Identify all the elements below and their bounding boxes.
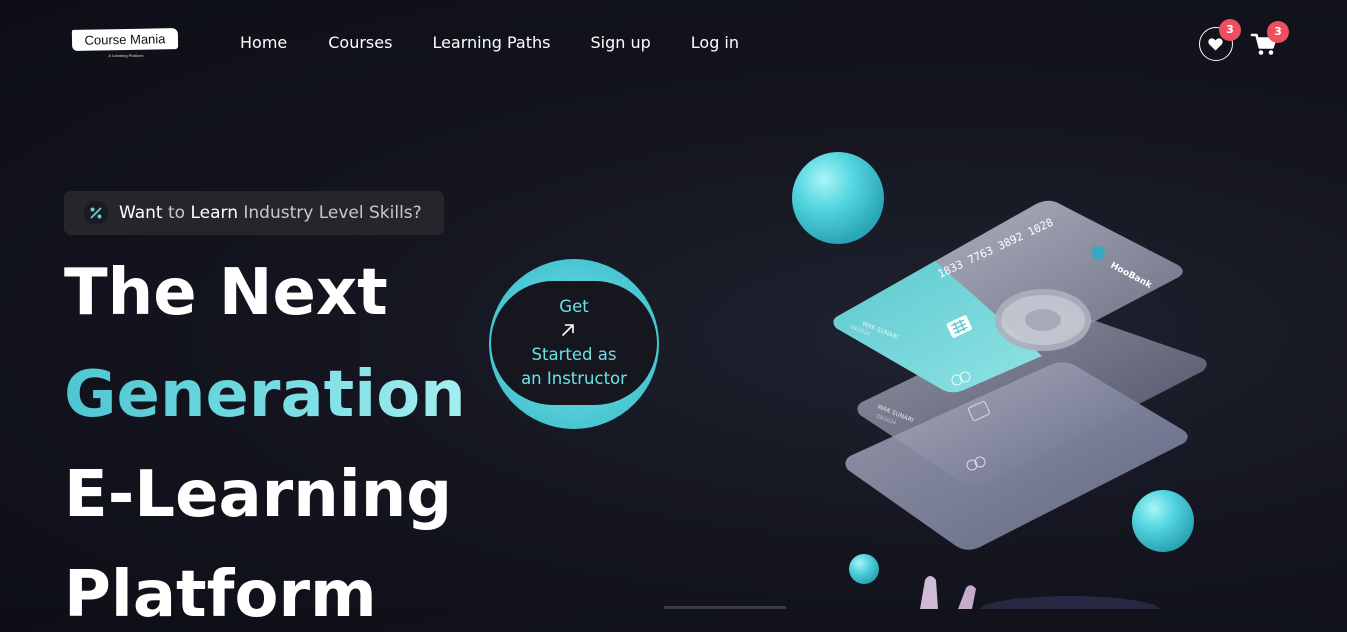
brand-tagline: A Learning Platform: [108, 53, 144, 58]
headline-line-1: The Next: [64, 256, 388, 330]
headline-line-4: Platform: [64, 558, 377, 632]
decorative-sphere: [1132, 490, 1194, 552]
nav-log-in[interactable]: Log in: [691, 33, 739, 52]
nav-learning-paths[interactable]: Learning Paths: [432, 33, 550, 52]
cta-line-2: Started as: [531, 345, 617, 364]
headline-line-2: Generation: [64, 358, 466, 432]
cart-button[interactable]: 3: [1250, 21, 1289, 61]
cta-line-1: Get: [559, 295, 589, 343]
nav-home[interactable]: Home: [240, 33, 287, 52]
brand-name: Course Mania: [71, 28, 179, 51]
nav-courses[interactable]: Courses: [328, 33, 392, 52]
nav-sign-up[interactable]: Sign up: [590, 33, 650, 52]
headline-line-3: E-Learning: [64, 458, 453, 532]
cart-count-badge: 3: [1267, 21, 1289, 43]
hero-tagline-pill: Want to Learn Industry Level Skills?: [64, 191, 444, 235]
decorative-sphere: [792, 152, 884, 244]
percent-icon: [84, 201, 108, 225]
main-nav: Home Courses Learning Paths Sign up Log …: [240, 33, 779, 52]
decorative-sphere: [849, 554, 879, 584]
wishlist-count-badge: 3: [1219, 19, 1241, 41]
get-started-instructor-button[interactable]: Get Started as an Instructor: [491, 281, 657, 405]
brand-logo[interactable]: Course Mania A Learning Platform: [71, 27, 180, 61]
hero-cards-illustration: WAK SUNARI 08/2024 1833 7763 3892 1028 H…: [792, 152, 1207, 609]
wishlist-button[interactable]: 3: [1199, 19, 1241, 61]
cta-line-3: an Instructor: [521, 369, 627, 388]
arrow-up-right-icon: [562, 324, 575, 336]
hero-tagline-text: Want to Learn Industry Level Skills?: [119, 203, 422, 223]
hand-illustration: [920, 576, 938, 609]
